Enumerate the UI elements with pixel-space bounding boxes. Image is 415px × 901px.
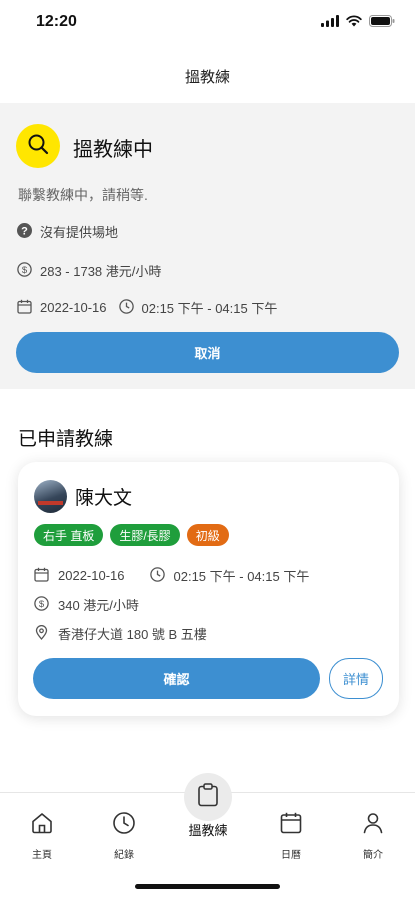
calendar-icon: [34, 567, 49, 585]
svg-text:?: ?: [21, 225, 28, 237]
coach-price-text: 340 港元/小時: [58, 598, 139, 613]
dollar-icon: $: [17, 261, 32, 280]
tab-find-coach-label: 搵教練: [188, 823, 228, 838]
price-range-row: $ 283 - 1738 港元/小時: [17, 261, 161, 280]
search-status-panel: 搵教練中 聯繫教練中，請稍等. ? 沒有提供場地 $ 283 - 1738 港元…: [0, 103, 415, 389]
clipboard-icon: [197, 782, 219, 812]
tag-level: 初級: [186, 524, 229, 546]
search-icon: [27, 133, 49, 160]
price-range-text: 283 - 1738 港元/小時: [40, 264, 162, 279]
tab-records[interactable]: 紀錄: [94, 811, 154, 861]
tab-find-coach[interactable]: 搵教練: [181, 773, 235, 839]
avatar[interactable]: [34, 480, 67, 513]
tab-calendar[interactable]: 日曆: [261, 811, 321, 861]
coach-datetime-row: 2022-10-16 02:15 下午 - 04:15 下午: [34, 566, 309, 585]
coach-address-row: 香港仔大道 180 號 B 五樓: [34, 624, 207, 643]
wifi-icon: [346, 14, 362, 32]
location-pin-icon: [34, 624, 49, 643]
calendar-icon: [279, 811, 303, 840]
signal-icon: [321, 14, 339, 32]
coach-date-text: 2022-10-16: [58, 568, 125, 583]
search-status-title: 搵教練中: [73, 139, 153, 161]
search-status-subtitle: 聯繫教練中，請稍等.: [18, 187, 148, 203]
home-icon: [30, 811, 54, 840]
tab-find-coach-circle[interactable]: [184, 773, 232, 821]
calendar-icon: [17, 299, 32, 317]
status-time: 12:20: [36, 13, 77, 30]
status-icons: [321, 14, 395, 32]
tab-profile[interactable]: 簡介: [343, 811, 403, 861]
battery-icon: [369, 14, 395, 32]
tab-calendar-label: 日曆: [281, 850, 301, 861]
clock-icon: [118, 298, 134, 317]
coach-name: 陳大文: [75, 488, 133, 509]
coach-time-text: 02:15 下午 - 04:15 下午: [173, 569, 310, 584]
home-indicator: [135, 884, 280, 889]
confirm-button[interactable]: 確認: [33, 658, 320, 699]
svg-text:$: $: [22, 265, 28, 276]
venue-row: ? 沒有提供場地: [17, 222, 118, 241]
tab-home[interactable]: 主頁: [12, 811, 72, 861]
coach-card: 陳大文 右手 直板 生膠/長膠 初級 2022-10-16 02:15 下午 -…: [18, 462, 399, 716]
venue-text: 沒有提供場地: [40, 225, 119, 240]
status-bar: 12:20: [0, 0, 415, 44]
person-icon: [361, 811, 385, 840]
clock-icon: [149, 566, 165, 585]
details-button[interactable]: 詳情: [329, 658, 383, 699]
time-range-text: 02:15 下午 - 04:15 下午: [141, 301, 278, 316]
datetime-row: 2022-10-16 02:15 下午 - 04:15 下午: [17, 298, 277, 317]
tag-rubber: 生膠/長膠: [110, 524, 180, 546]
coach-price-row: $ 340 港元/小時: [34, 595, 139, 614]
coach-tags: 右手 直板 生膠/長膠 初級: [34, 524, 229, 546]
tag-grip: 右手 直板: [34, 524, 104, 546]
clock-icon: [112, 811, 136, 840]
search-badge: [16, 124, 60, 168]
date-text: 2022-10-16: [40, 300, 107, 315]
tab-records-label: 紀錄: [114, 850, 134, 861]
svg-text:$: $: [39, 599, 45, 610]
page-title: 搵教練: [184, 69, 230, 86]
tab-home-label: 主頁: [32, 850, 52, 861]
help-circle-icon: ?: [17, 222, 32, 241]
applied-coaches-heading: 已申請教練: [18, 429, 114, 450]
coach-address-text: 香港仔大道 180 號 B 五樓: [58, 627, 207, 642]
dollar-icon: $: [34, 595, 49, 614]
cancel-button[interactable]: 取消: [16, 332, 399, 373]
tab-profile-label: 簡介: [363, 850, 383, 861]
